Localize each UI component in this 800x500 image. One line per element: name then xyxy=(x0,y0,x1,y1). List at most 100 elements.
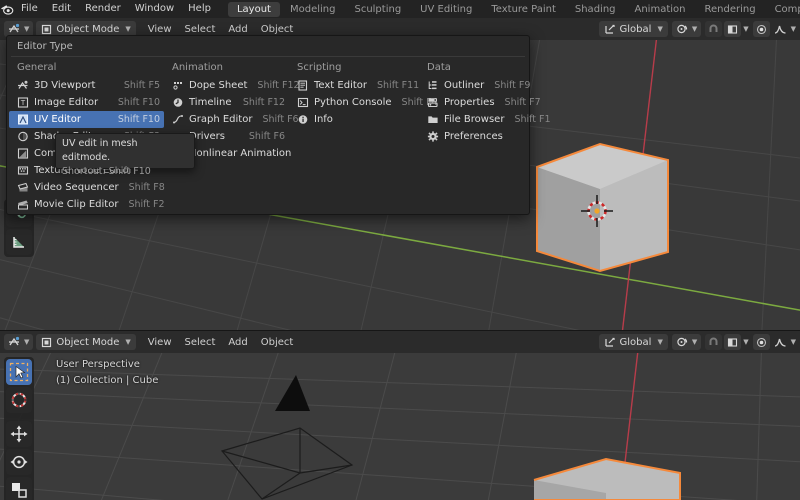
menu-item-info[interactable]: Info xyxy=(289,111,419,128)
menu-help[interactable]: Help xyxy=(181,0,218,18)
proportional-editing-controls: ▼ xyxy=(752,21,796,37)
object-mode-icon xyxy=(42,337,52,347)
chevron-down-icon: ▼ xyxy=(691,25,698,33)
proportional-falloff-icon[interactable] xyxy=(772,334,789,350)
tab-modeling[interactable]: Modeling xyxy=(281,2,345,17)
menu-label: UV Editor xyxy=(34,114,81,125)
viewport-menu-view[interactable]: View xyxy=(142,334,178,350)
menu-label: Dope Sheet xyxy=(189,80,248,91)
viewport-bottom[interactable]: User Perspective (1) Collection | Cube xyxy=(0,353,800,500)
viewport-menu-select[interactable]: Select xyxy=(179,334,222,350)
menu-render[interactable]: Render xyxy=(78,0,128,18)
tab-rendering[interactable]: Rendering xyxy=(695,2,764,17)
dropdown-column-scripting: Scripting Text Editor Shift F11 Python C… xyxy=(289,61,438,213)
tab-shading[interactable]: Shading xyxy=(566,2,625,17)
editor-type-dropdown: Editor Type General 3D Viewport Shift F5 xyxy=(6,35,551,215)
viewport-top-header-right: Global ▼ ▼ ▼ ▼ xyxy=(598,21,800,37)
chevron-down-icon: ▼ xyxy=(790,338,796,346)
timeline-icon xyxy=(170,96,185,110)
menu-item-movie-clip-editor[interactable]: Movie Clip Editor Shift F2 xyxy=(9,196,165,213)
chevron-down-icon: ▼ xyxy=(790,25,796,33)
transform-orientation-selector[interactable]: Global ▼ xyxy=(598,21,668,37)
chevron-down-icon: ▼ xyxy=(24,25,30,33)
image-editor-icon: T xyxy=(15,96,30,110)
menu-item-uv-editor[interactable]: UV Editor Shift F10 xyxy=(9,111,164,128)
category-label-general: General xyxy=(17,62,57,73)
viewport-3d-icon xyxy=(15,79,30,93)
menu-item-graph-editor[interactable]: Graph Editor Shift F6 xyxy=(164,111,299,128)
orientation-label: Global xyxy=(619,23,652,35)
chevron-down-icon: ▼ xyxy=(657,25,663,33)
blender-logo-icon[interactable] xyxy=(0,0,14,18)
pivot-point-selector[interactable]: ▼ xyxy=(671,21,702,37)
menu-item-text-editor[interactable]: Text Editor Shift F11 xyxy=(289,77,419,94)
menu-item-video-sequencer[interactable]: Video Sequencer Shift F8 xyxy=(9,179,165,196)
menu-file[interactable]: File xyxy=(14,0,45,18)
pivot-point-selector[interactable]: ▼ xyxy=(671,334,702,350)
rotate-tool[interactable] xyxy=(6,449,32,475)
menu-label: Video Sequencer xyxy=(34,182,119,193)
menu-item-3d-viewport[interactable]: 3D Viewport Shift F5 xyxy=(9,77,164,94)
menu-shortcut: Shift F9 xyxy=(494,80,531,91)
tab-sculpting[interactable]: Sculpting xyxy=(345,2,410,17)
measure-tool[interactable] xyxy=(6,229,32,255)
menu-label: Movie Clip Editor xyxy=(34,199,119,210)
scale-tool[interactable] xyxy=(6,477,32,500)
proportional-editing-icon[interactable] xyxy=(752,334,770,350)
menu-item-preferences[interactable]: Preferences xyxy=(419,128,529,145)
menu-label: 3D Viewport xyxy=(34,80,96,91)
menu-label: Info xyxy=(314,114,333,125)
viewport-bottom-header: ▼ Object Mode ▼ View Select Add Object G… xyxy=(0,331,800,353)
menu-shortcut: Shift F12 xyxy=(242,97,285,108)
viewport-menu-add[interactable]: Add xyxy=(222,334,253,350)
viewport-menu-object[interactable]: Object xyxy=(255,334,300,350)
toolbar-separator xyxy=(6,415,32,419)
chevron-down-icon: ▼ xyxy=(24,338,30,346)
chevron-down-icon: ▼ xyxy=(743,25,749,33)
tab-compositing[interactable]: Compositing xyxy=(766,2,800,17)
chevron-down-icon: ▼ xyxy=(657,338,663,346)
outliner-icon xyxy=(425,79,440,93)
menu-shortcut: Shift F2 xyxy=(128,199,165,210)
snap-target-icon[interactable] xyxy=(724,21,742,37)
move-tool[interactable] xyxy=(6,421,32,447)
tab-animation[interactable]: Animation xyxy=(626,2,695,17)
editor-type-3d-viewport-icon[interactable]: ▼ xyxy=(4,334,34,350)
menu-label: Properties xyxy=(444,97,495,108)
menu-item-timeline[interactable]: Timeline Shift F12 xyxy=(164,94,289,111)
snap-magnet-icon[interactable] xyxy=(705,334,723,350)
snap-controls: ▼ xyxy=(705,334,749,350)
proportional-editing-icon[interactable] xyxy=(752,21,770,37)
proportional-editing-controls: ▼ xyxy=(752,334,796,350)
menu-item-outliner[interactable]: Outliner Shift F9 xyxy=(419,77,531,94)
menu-item-dope-sheet[interactable]: Dope Sheet Shift F12 xyxy=(164,77,300,94)
category-label-scripting: Scripting xyxy=(297,62,342,73)
python-console-icon xyxy=(295,96,310,110)
pivot-point-icon xyxy=(677,337,687,347)
cursor-tool[interactable] xyxy=(6,387,32,413)
object-mode-selector[interactable]: Object Mode ▼ xyxy=(36,334,136,350)
menu-label: Outliner xyxy=(444,80,485,91)
tooltip-description: UV edit in mesh editmode. xyxy=(62,138,138,163)
proportional-falloff-icon[interactable] xyxy=(772,21,789,37)
tab-texture-paint[interactable]: Texture Paint xyxy=(482,2,565,17)
dropdown-title: Editor Type xyxy=(17,41,73,52)
category-label-animation: Animation xyxy=(172,62,223,73)
menu-edit[interactable]: Edit xyxy=(45,0,78,18)
snap-target-icon[interactable] xyxy=(724,334,742,350)
viewport-bottom-toolbar xyxy=(4,357,34,500)
tab-layout[interactable]: Layout xyxy=(227,1,280,17)
file-browser-icon xyxy=(425,113,440,127)
menu-window[interactable]: Window xyxy=(128,0,181,18)
snap-controls: ▼ xyxy=(705,21,749,37)
svg-text:T: T xyxy=(19,99,25,107)
tweak-select-box-tool[interactable] xyxy=(6,359,32,385)
snap-magnet-icon[interactable] xyxy=(705,21,723,37)
menu-item-python-console[interactable]: Python Console Shift F4 xyxy=(289,94,438,111)
menu-item-properties[interactable]: Properties Shift F7 xyxy=(419,94,541,111)
menu-item-file-browser[interactable]: File Browser Shift F1 xyxy=(419,111,551,128)
menu-item-image-editor[interactable]: T Image Editor Shift F10 xyxy=(9,94,164,111)
transform-orientation-selector[interactable]: Global ▼ xyxy=(598,334,668,350)
tab-uv-editing[interactable]: UV Editing xyxy=(411,2,481,17)
menu-label: Nonlinear Animation xyxy=(189,148,292,159)
